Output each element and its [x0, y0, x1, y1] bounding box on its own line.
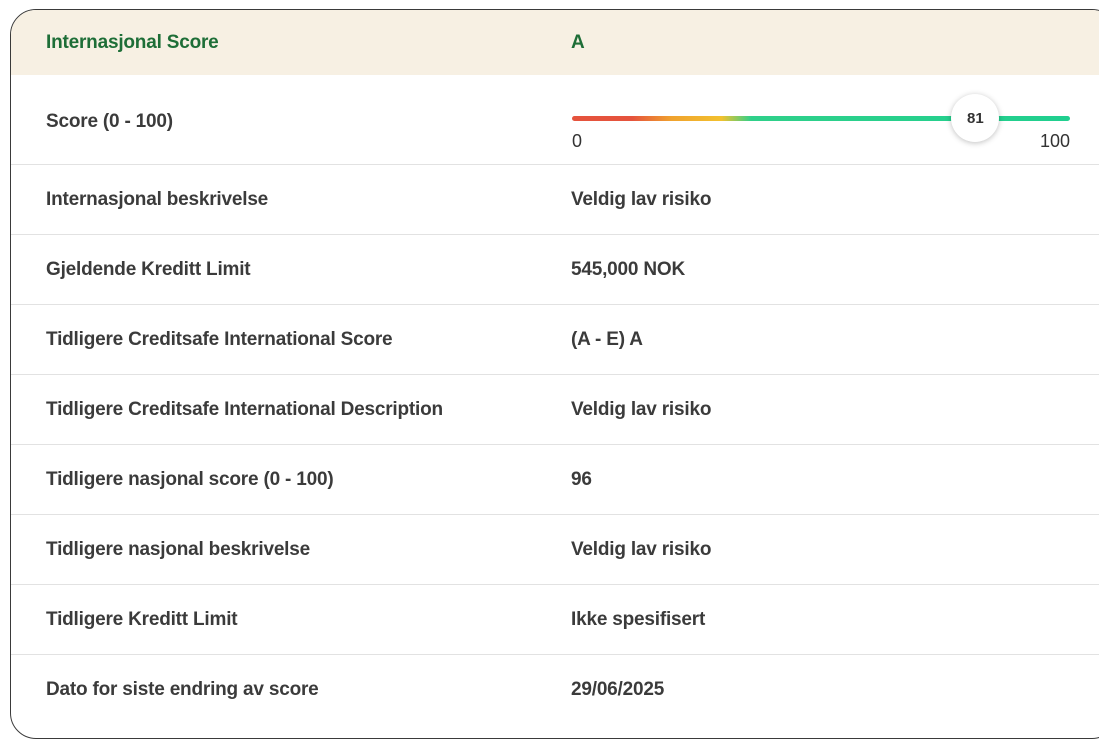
- international-score-label: Internasjonal Score: [46, 31, 219, 53]
- row-label: Tidligere nasjonal beskrivelse: [46, 538, 310, 560]
- score-row: Score (0 - 100) 81 0 100: [11, 75, 1099, 165]
- detail-row: Gjeldende Kreditt Limit 545,000 NOK: [11, 235, 1099, 305]
- row-value: 545,000 NOK: [571, 258, 685, 280]
- score-gauge-marker: 81: [951, 94, 1000, 142]
- score-gauge-min: 0: [572, 131, 583, 151]
- detail-row: Internasjonal beskrivelse Veldig lav ris…: [11, 165, 1099, 235]
- international-score-value: A: [571, 31, 585, 53]
- row-value: Veldig lav risiko: [571, 538, 712, 560]
- row-label: Gjeldende Kreditt Limit: [46, 258, 251, 280]
- row-value: Veldig lav risiko: [571, 188, 712, 210]
- row-value: Veldig lav risiko: [571, 398, 712, 420]
- score-gauge-max: 100: [1039, 131, 1070, 151]
- row-label: Tidligere nasjonal score (0 - 100): [46, 468, 334, 490]
- row-label: Internasjonal beskrivelse: [46, 188, 269, 210]
- score-card: Internasjonal Score A Score (0 - 100) 81…: [10, 9, 1099, 739]
- detail-row: Tidligere nasjonal beskrivelse Veldig la…: [11, 515, 1099, 585]
- row-label: Tidligere Kreditt Limit: [46, 608, 238, 630]
- row-label: Tidligere Creditsafe International Descr…: [46, 398, 443, 420]
- row-value: Ikke spesifisert: [571, 608, 706, 630]
- score-label: Score (0 - 100): [46, 111, 173, 132]
- detail-row: Tidligere Creditsafe International Score…: [11, 305, 1099, 375]
- row-label: Dato for siste endring av score: [46, 679, 319, 700]
- row-label: Tidligere Creditsafe International Score: [46, 328, 393, 350]
- row-value: 29/06/2025: [571, 679, 665, 700]
- detail-row: Tidligere Creditsafe International Descr…: [11, 375, 1099, 445]
- detail-row: Tidligere Kreditt Limit Ikke spesifisert: [11, 585, 1099, 655]
- detail-row: Dato for siste endring av score 29/06/20…: [11, 655, 1099, 725]
- score-gauge: 81 0 100: [572, 75, 1070, 165]
- row-value: 96: [571, 468, 592, 490]
- international-score-header-row: Internasjonal Score A: [11, 10, 1099, 75]
- detail-row: Tidligere nasjonal score (0 - 100) 96: [11, 445, 1099, 515]
- row-value: (A - E) A: [571, 328, 643, 350]
